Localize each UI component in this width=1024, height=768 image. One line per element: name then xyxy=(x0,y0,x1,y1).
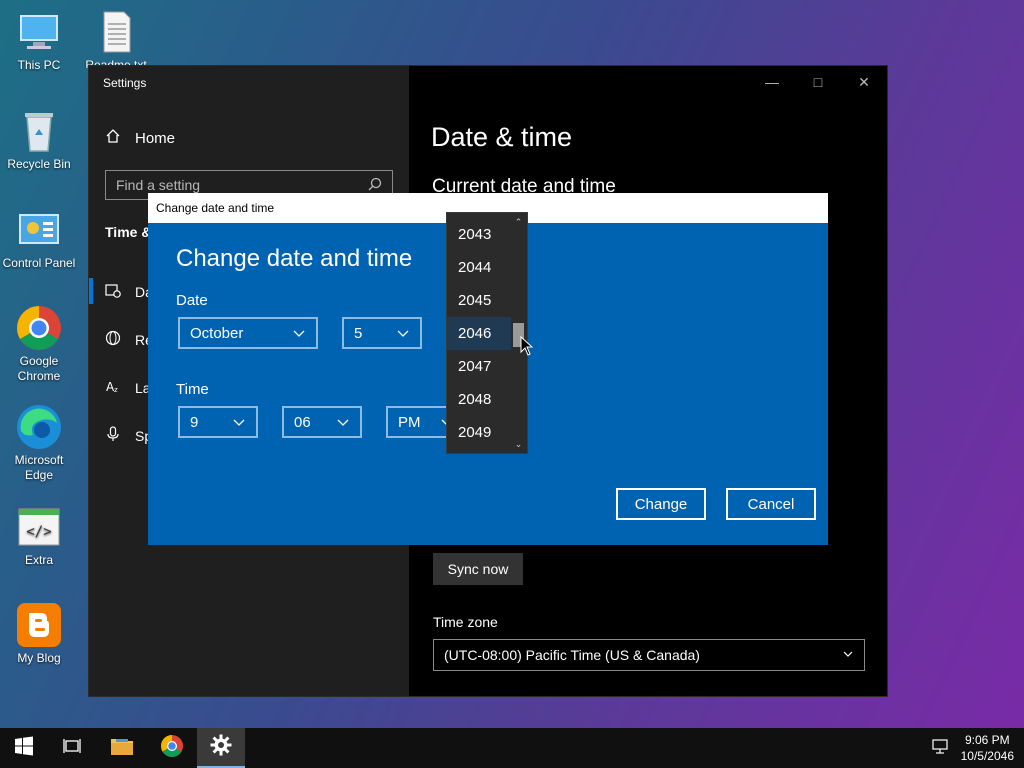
clock-date: 10/5/2046 xyxy=(960,749,1014,763)
globe-icon xyxy=(105,330,121,349)
windows-logo-icon xyxy=(14,736,34,761)
dialog-window-title: Change date and time xyxy=(156,201,275,215)
year-option[interactable]: 2048 xyxy=(447,383,511,416)
desktop-icon-control-panel[interactable]: Control Panel xyxy=(1,206,77,271)
change-button[interactable]: Change xyxy=(616,488,706,520)
maximize-button[interactable]: □ xyxy=(795,66,841,98)
recycle-bin-icon xyxy=(15,107,63,155)
active-nav-indicator xyxy=(89,278,93,304)
hour-select[interactable]: 9 xyxy=(178,406,258,438)
desktop-icon-label: My Blog xyxy=(17,651,61,665)
chrome-taskbar-button[interactable] xyxy=(148,728,196,768)
cancel-button[interactable]: Cancel xyxy=(726,488,816,520)
desktop-icon-recycle-bin[interactable]: Recycle Bin xyxy=(1,107,77,172)
scroll-down-arrow-icon[interactable]: ⌄ xyxy=(510,437,527,451)
task-view-button[interactable] xyxy=(48,728,96,768)
time-label: Time xyxy=(176,381,209,398)
close-button[interactable]: ✕ xyxy=(841,66,887,98)
page-title: Date & time xyxy=(431,122,573,152)
settings-taskbar-button[interactable] xyxy=(197,728,245,768)
day-value: 5 xyxy=(354,324,363,342)
language-icon: Az xyxy=(105,378,121,397)
year-option[interactable]: 2044 xyxy=(447,251,511,284)
desktop-icon-extra[interactable]: </> Extra xyxy=(1,503,77,568)
calendar-clock-icon xyxy=(105,282,121,301)
search-placeholder: Find a setting xyxy=(116,177,201,193)
mouse-cursor-icon xyxy=(520,335,534,361)
desktop-icon-label: Extra xyxy=(24,553,53,567)
scroll-up-arrow-icon[interactable]: ⌃ xyxy=(510,215,527,229)
task-view-icon xyxy=(62,737,82,760)
ampm-value: PM xyxy=(398,413,421,431)
desktop-icon-label: Google Chrome xyxy=(17,354,61,383)
computer-icon xyxy=(15,8,63,56)
chrome-icon xyxy=(15,304,63,352)
chevron-down-icon xyxy=(396,326,410,340)
timezone-label: Time zone xyxy=(433,614,498,630)
desktop-icon-label: This PC xyxy=(17,58,61,72)
day-select[interactable]: 5 xyxy=(342,317,422,349)
file-explorer-button[interactable] xyxy=(98,728,146,768)
year-option[interactable]: 2049 xyxy=(447,416,511,449)
network-icon[interactable] xyxy=(932,739,950,760)
year-option[interactable]: 2045 xyxy=(447,284,511,317)
year-option-selected[interactable]: 2046 xyxy=(447,317,511,350)
year-option[interactable]: 2047 xyxy=(447,350,511,383)
gear-icon xyxy=(210,734,232,761)
sync-now-button[interactable]: Sync now xyxy=(433,553,523,585)
desktop-icon-google-chrome[interactable]: Google Chrome xyxy=(1,304,77,384)
control-panel-icon xyxy=(15,206,63,254)
minute-value: 06 xyxy=(294,413,311,431)
text-file-icon xyxy=(92,8,140,56)
hour-value: 9 xyxy=(190,413,199,431)
blogger-icon xyxy=(15,601,63,649)
year-dropdown-list[interactable]: 2043 2044 2045 2046 2047 2048 2049 ⌃ ⌄ xyxy=(446,212,528,454)
taskbar: 9:06 PM 10/5/2046 xyxy=(0,728,1024,768)
settings-window-title: Settings xyxy=(103,76,147,90)
home-nav-item[interactable]: Home xyxy=(105,128,175,148)
year-scrollbar[interactable]: ⌃ ⌄ xyxy=(510,213,527,453)
chevron-down-icon xyxy=(292,326,306,340)
year-option[interactable]: 2043 xyxy=(447,218,511,251)
home-icon xyxy=(105,128,121,148)
clock-time: 9:06 PM xyxy=(964,733,1010,747)
minute-select[interactable]: 06 xyxy=(282,406,362,438)
chevron-down-icon xyxy=(842,647,854,663)
desktop-icon-this-pc[interactable]: This PC xyxy=(1,8,77,73)
month-value: October xyxy=(190,324,244,342)
search-icon xyxy=(368,177,382,194)
folder-icon xyxy=(110,736,134,761)
chevron-down-icon xyxy=(336,415,350,429)
window-controls: — □ ✕ xyxy=(749,66,887,98)
svg-text:z: z xyxy=(114,386,118,394)
home-label: Home xyxy=(135,129,176,147)
chrome-icon xyxy=(160,734,184,763)
month-select[interactable]: October xyxy=(178,317,318,349)
chevron-down-icon xyxy=(232,415,246,429)
desktop-icon-label: Control Panel xyxy=(2,256,76,270)
start-button[interactable] xyxy=(0,728,48,768)
edge-icon xyxy=(15,403,63,451)
microphone-icon xyxy=(105,426,121,445)
desktop-icon-label: Recycle Bin xyxy=(7,157,71,171)
date-label: Date xyxy=(176,292,208,309)
dialog-heading: Change date and time xyxy=(176,245,413,272)
taskbar-clock[interactable]: 9:06 PM 10/5/2046 xyxy=(961,732,1014,764)
svg-text:</>: </> xyxy=(26,524,51,540)
minimize-button[interactable]: — xyxy=(749,66,795,98)
desktop-icon-my-blog[interactable]: My Blog xyxy=(1,601,77,666)
desktop-icon-label: Microsoft Edge xyxy=(14,453,64,482)
desktop-icon-microsoft-edge[interactable]: Microsoft Edge xyxy=(1,403,77,483)
code-file-icon: </> xyxy=(15,503,63,551)
desktop-icon-readme[interactable]: Readme.txt xyxy=(78,8,154,68)
timezone-value: (UTC-08:00) Pacific Time (US & Canada) xyxy=(444,647,700,663)
timezone-select[interactable]: (UTC-08:00) Pacific Time (US & Canada) xyxy=(433,639,865,671)
